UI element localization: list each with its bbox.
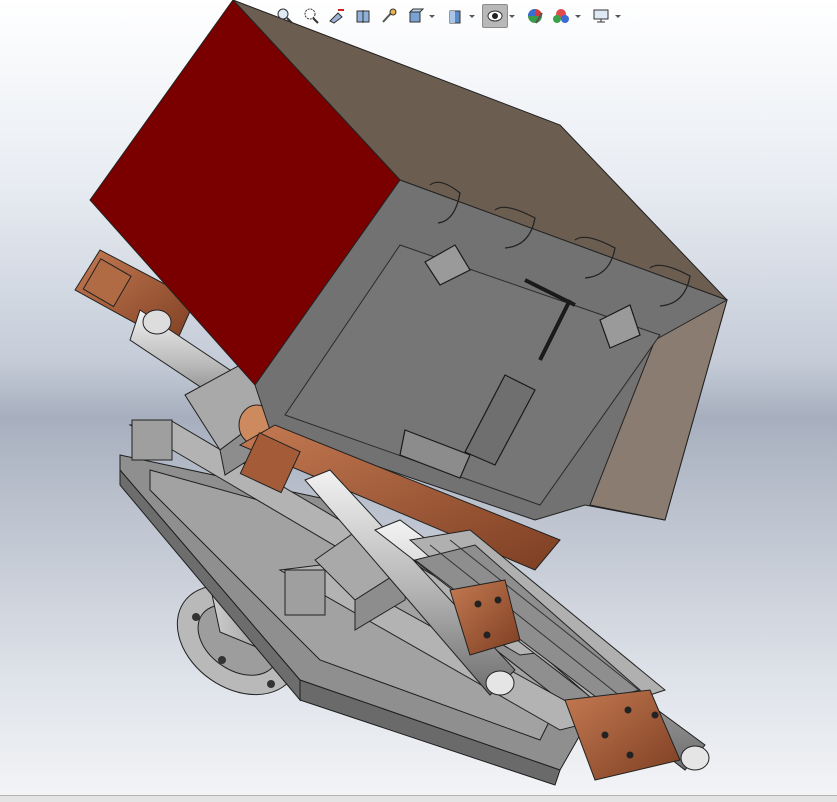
heads-up-view-toolbar xyxy=(272,2,632,30)
edit-appearance-icon xyxy=(528,9,543,24)
zoom-to-area-button[interactable] xyxy=(298,4,324,28)
view-settings-icon xyxy=(593,9,609,23)
zoom-to-area-icon xyxy=(304,8,319,24)
section-view-button[interactable] xyxy=(350,4,376,28)
apply-scene-icon xyxy=(553,9,569,23)
previous-view-icon xyxy=(329,9,344,24)
status-bar xyxy=(0,795,837,802)
display-style-button[interactable] xyxy=(442,4,468,28)
previous-view-button[interactable] xyxy=(324,4,350,28)
chevron-down-icon xyxy=(509,14,515,18)
apply-scene-button[interactable] xyxy=(548,4,574,28)
apply-scene-dropdown[interactable] xyxy=(574,4,582,28)
hide-show-items-icon xyxy=(487,10,503,22)
view-orientation-icon xyxy=(408,8,424,23)
dynamic-annotation-button[interactable] xyxy=(376,4,402,28)
chevron-down-icon xyxy=(469,14,475,18)
zoom-to-fit-icon xyxy=(277,8,293,24)
chevron-down-icon xyxy=(575,14,581,18)
view-settings-button[interactable] xyxy=(588,4,614,28)
graphics-viewport[interactable] xyxy=(0,0,837,795)
display-style-dropdown[interactable] xyxy=(468,4,476,28)
hide-show-items-dropdown[interactable] xyxy=(508,4,516,28)
hide-show-items-button[interactable] xyxy=(482,4,508,28)
view-orientation-button[interactable] xyxy=(402,4,428,28)
chevron-down-icon xyxy=(615,14,621,18)
view-settings-dropdown[interactable] xyxy=(614,4,622,28)
view-orientation-dropdown[interactable] xyxy=(428,4,436,28)
cad-model-view[interactable] xyxy=(0,0,837,795)
display-style-icon xyxy=(449,10,461,24)
section-view-icon xyxy=(356,10,370,23)
zoom-to-fit-button[interactable] xyxy=(272,4,298,28)
edit-appearance-button[interactable] xyxy=(522,4,548,28)
chevron-down-icon xyxy=(429,14,435,18)
dynamic-annotation-icon xyxy=(382,8,397,23)
